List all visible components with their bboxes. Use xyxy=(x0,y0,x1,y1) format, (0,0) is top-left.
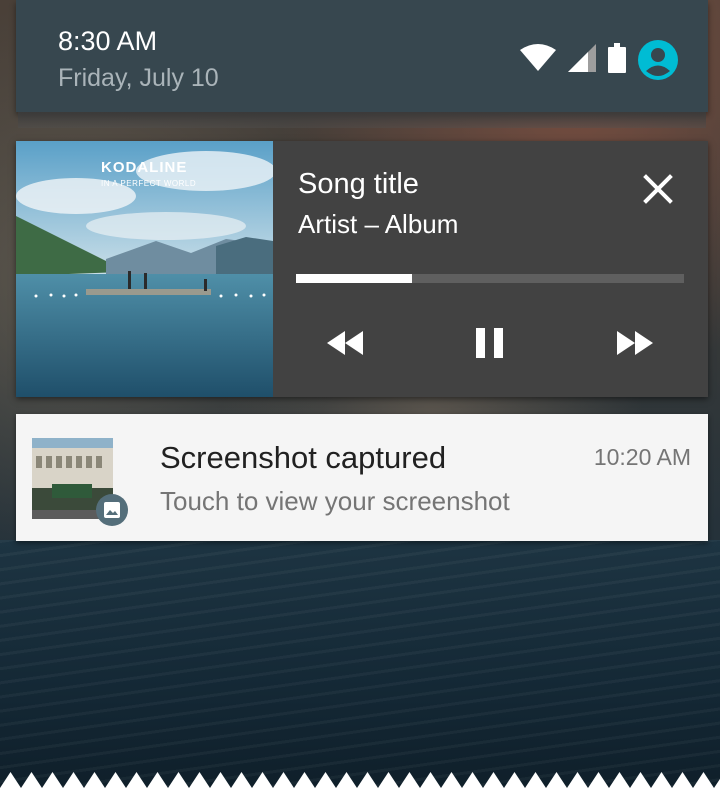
notification-time: 10:20 AM xyxy=(593,444,691,470)
playback-progress[interactable] xyxy=(296,274,684,283)
wifi-icon xyxy=(520,43,556,77)
pause-icon xyxy=(476,328,503,358)
notification-header: 8:30 AM Friday, July 10 xyxy=(16,0,708,112)
clock-time: 8:30 AM xyxy=(58,26,158,56)
battery-icon xyxy=(608,42,626,78)
close-button[interactable] xyxy=(638,171,678,207)
image-icon xyxy=(104,502,120,518)
album-band-name: KODALINE xyxy=(101,159,188,176)
clock-date: Friday, July 10 xyxy=(58,64,219,92)
artist-album: Artist – Album xyxy=(298,209,459,239)
song-title: Song title xyxy=(298,168,419,200)
screenshot-notification[interactable]: Screenshot captured Touch to view your s… xyxy=(16,414,708,541)
signal-icon xyxy=(568,43,596,77)
wallpaper-sea xyxy=(0,540,720,788)
fast-forward-button[interactable] xyxy=(606,323,662,363)
album-art: KODALINE IN A PERFECT WORLD xyxy=(16,141,273,397)
album-name: IN A PERFECT WORLD xyxy=(101,179,197,188)
notification-title: Screenshot captured xyxy=(160,440,447,475)
rewind-button[interactable] xyxy=(318,323,374,363)
image-badge xyxy=(96,494,128,526)
rewind-icon xyxy=(327,331,363,355)
playback-progress-fill xyxy=(296,274,413,283)
pause-button[interactable] xyxy=(462,323,518,363)
media-notification[interactable]: KODALINE IN A PERFECT WORLD Song title A… xyxy=(16,141,708,397)
fast-forward-icon xyxy=(617,331,653,355)
account-icon[interactable] xyxy=(638,40,678,80)
close-icon xyxy=(643,174,673,204)
torn-edge xyxy=(0,772,720,788)
header-edge xyxy=(18,112,706,128)
status-icons xyxy=(520,40,678,80)
notification-text: Touch to view your screenshot xyxy=(160,486,510,516)
